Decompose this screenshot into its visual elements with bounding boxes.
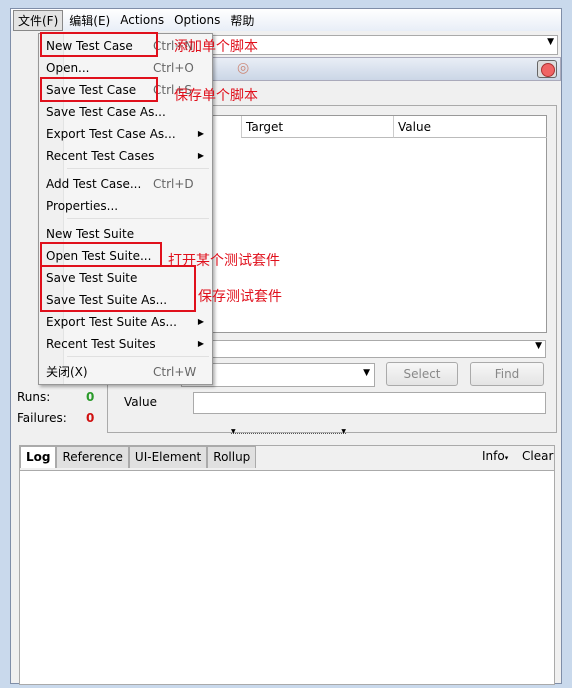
tab-reference[interactable]: Reference [56, 446, 129, 468]
toolbar: ◎ [206, 57, 561, 81]
menu-item-label: New Test Suite [46, 227, 135, 241]
menu-help[interactable]: 帮助 [226, 11, 258, 30]
menu-item-label: Recent Test Suites [46, 337, 156, 351]
annotation-save-suite: 保存测试套件 [198, 289, 282, 305]
annotation-save-case: 保存单个脚本 [174, 88, 258, 104]
submenu-arrow-icon: ▶ [197, 151, 204, 160]
tab-log[interactable]: Log [20, 446, 57, 468]
rollup-icon[interactable]: ◎ [237, 60, 249, 76]
value-label: Value [124, 395, 157, 409]
tab-rollup[interactable]: Rollup [207, 446, 257, 468]
failures-label: Failures: [17, 411, 67, 425]
menu-item-shortcut: Ctrl+O [153, 61, 194, 75]
file-menu-item[interactable]: Export Test Case As... ▶ [46, 123, 206, 145]
selenium-ide-window: 文件(F) 编辑(E) Actions Options 帮助 ▼ ◎ Targe… [10, 8, 562, 685]
menu-separator [67, 356, 209, 357]
annotation-box-save-case [40, 77, 158, 102]
file-menu-item[interactable]: Open... Ctrl+O [46, 57, 206, 79]
annotation-box-open-suite [40, 242, 162, 267]
submenu-arrow-icon: ▶ [197, 129, 204, 138]
menu-file[interactable]: 文件(F) [13, 9, 64, 31]
file-menu-item[interactable]: Export Test Suite As... ▶ [46, 311, 206, 333]
annotation-new-case: 添加单个脚本 [174, 39, 258, 55]
menu-item-label: Open... [46, 61, 90, 75]
column-target[interactable]: Target [241, 116, 393, 138]
tab-ui-element[interactable]: UI-Element [128, 446, 208, 468]
log-output [20, 470, 554, 684]
menu-separator [67, 168, 209, 169]
menu-item-label: Export Test Case As... [46, 127, 176, 141]
menu-separator [67, 218, 209, 219]
menu-actions[interactable]: Actions [116, 12, 168, 28]
file-menu-item[interactable]: 关闭(X) Ctrl+W [46, 361, 206, 383]
record-button[interactable] [537, 60, 557, 78]
annotation-box-save-suite [40, 265, 196, 312]
submenu-arrow-icon: ▶ [197, 317, 204, 326]
log-panel: Log Reference UI-Element Rollup Info▾ Cl… [19, 445, 555, 685]
stats-panel: Runs: 0 Failures: 0 [11, 384, 97, 432]
clear-button[interactable]: Clear [522, 449, 553, 463]
menu-item-shortcut: Ctrl+D [153, 177, 194, 191]
base-url-dropdown[interactable]: ▼ [206, 35, 558, 55]
menu-item-label: Recent Test Cases [46, 149, 155, 163]
find-button[interactable]: Find [470, 362, 544, 386]
file-menu-item[interactable]: Recent Test Suites ▶ [46, 333, 206, 355]
annotation-box-new-case [40, 32, 158, 57]
menu-item-label: 关闭(X) [46, 365, 88, 379]
column-value[interactable]: Value [393, 116, 547, 138]
menu-item-label: Export Test Suite As... [46, 315, 177, 329]
splitter-handle[interactable]: ▼ ▼ [231, 428, 346, 435]
menu-item-label: Add Test Case... [46, 177, 142, 191]
menu-edit[interactable]: 编辑(E) [65, 11, 114, 30]
menu-item-label: Properties... [46, 199, 119, 213]
runs-count: 0 [86, 390, 95, 404]
runs-label: Runs: [17, 390, 51, 404]
window: 文件(F) 编辑(E) Actions Options 帮助 ▼ ◎ Targe… [0, 0, 572, 688]
file-menu-item[interactable]: Recent Test Cases ▶ [46, 145, 206, 167]
info-dropdown[interactable]: Info▾ [482, 449, 508, 463]
menu-item-shortcut: Ctrl+W [153, 365, 197, 379]
select-button[interactable]: Select [386, 362, 458, 386]
value-input[interactable] [193, 392, 546, 414]
submenu-arrow-icon: ▶ [197, 339, 204, 348]
file-menu-item[interactable]: Add Test Case... Ctrl+D [46, 173, 206, 195]
command-dropdown[interactable]: ▼ [206, 340, 546, 358]
menu-options[interactable]: Options [170, 12, 224, 28]
file-menu-item[interactable]: Properties... [46, 195, 206, 217]
menu-item-label: Save Test Case As... [46, 105, 166, 119]
failures-count: 0 [86, 411, 95, 425]
menu-bar: 文件(F) 编辑(E) Actions Options 帮助 [11, 9, 561, 31]
